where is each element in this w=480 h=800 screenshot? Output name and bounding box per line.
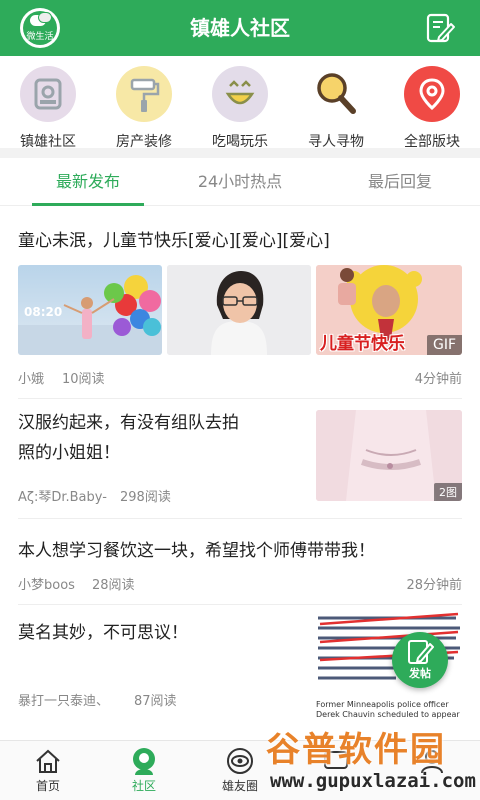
- post-author[interactable]: 暴打一只泰迪、: [18, 690, 109, 709]
- feed-tabs: 最新发布 24小时热点 最后回复: [0, 158, 480, 206]
- new-post-label: 发帖: [409, 667, 431, 680]
- divider: [18, 604, 462, 605]
- watermark-en: www.gupuxlazai.com: [270, 770, 476, 792]
- post-title-line1: 汉服约起来，有没有组队去拍: [18, 413, 239, 433]
- category-food-fun[interactable]: 吃喝玩乐: [192, 66, 288, 150]
- post-image-balloons[interactable]: 08:20: [18, 265, 162, 355]
- post-image-meme[interactable]: 儿童节快乐 GIF: [316, 265, 462, 355]
- watermark: 谷普软件园 www.gupuxlazai.com: [262, 722, 480, 800]
- post-author[interactable]: 小梦boos: [18, 574, 75, 593]
- post-author[interactable]: Aζ:琴Dr.Baby-: [18, 486, 107, 505]
- post-time: 28分钟前: [406, 578, 462, 593]
- home-icon: [36, 749, 60, 773]
- meme-caption: 儿童节快乐: [320, 334, 405, 354]
- post-title: 童心未泯，儿童节快乐[爱心][爱心][爱心]: [18, 231, 330, 251]
- divider: [18, 398, 462, 399]
- post-title: 本人想学习餐饮这一块，希望找个师傅带带我！: [18, 541, 375, 561]
- image-overlay-time: 08:20: [24, 305, 63, 319]
- new-post-button[interactable]: 发帖: [392, 632, 448, 688]
- magnifier-icon: [308, 66, 364, 122]
- tab-last-reply[interactable]: 最后回复: [336, 158, 464, 206]
- post-reads: 87阅读: [134, 694, 177, 709]
- tab-latest[interactable]: 最新发布: [24, 158, 152, 206]
- gif-badge: GIF: [426, 335, 462, 355]
- divider: [18, 518, 462, 519]
- nav-home[interactable]: 首页: [0, 741, 96, 800]
- pencil-icon: [408, 640, 434, 664]
- post-image-hanfu[interactable]: 2图: [316, 410, 462, 501]
- nav-label: 社区: [131, 779, 156, 793]
- post-title: 莫名其妙，不可思议！: [18, 623, 188, 643]
- category-bar: 镇雄社区 房产装修 吃喝玩乐 寻人寻物 全部版块: [0, 56, 480, 150]
- post-title-line2: 照的小姐姐！: [18, 443, 120, 463]
- post-reads: 10阅读: [62, 372, 105, 387]
- post-author[interactable]: 小娥: [18, 368, 44, 387]
- roller-brush-icon: [116, 66, 172, 122]
- compose-icon[interactable]: [424, 12, 456, 44]
- category-real-estate[interactable]: 房产装修: [96, 66, 192, 150]
- tab-24h-hot[interactable]: 24小时热点: [176, 158, 304, 206]
- nav-label: 首页: [35, 779, 60, 793]
- watermark-cn: 谷普软件园: [266, 730, 446, 770]
- post-reads: 28阅读: [92, 578, 135, 593]
- news-caption: Former Minneapolis police officer Derek …: [316, 700, 460, 719]
- nav-community[interactable]: 社区: [96, 741, 192, 800]
- location-pin-icon: [404, 66, 460, 122]
- section-divider: [0, 148, 480, 158]
- page-title: 镇雄人社区: [190, 16, 290, 40]
- community-nav-icon: [133, 748, 155, 775]
- smile-face-icon: [212, 66, 268, 122]
- category-lost-found[interactable]: 寻人寻物: [288, 66, 384, 150]
- category-all-sections[interactable]: 全部版块: [384, 66, 480, 150]
- tab-indicator: [32, 203, 144, 206]
- post-time: 4分钟前: [414, 372, 462, 387]
- post-image-selfie[interactable]: [167, 265, 311, 355]
- post-reads: 298阅读: [120, 490, 171, 505]
- app-header: 微生活 镇雄人社区: [0, 0, 480, 56]
- community-icon: [20, 66, 76, 122]
- category-zhenxiong-community[interactable]: 镇雄社区: [0, 66, 96, 150]
- eye-circle-icon: [227, 748, 253, 774]
- image-count-badge: 2图: [434, 483, 462, 501]
